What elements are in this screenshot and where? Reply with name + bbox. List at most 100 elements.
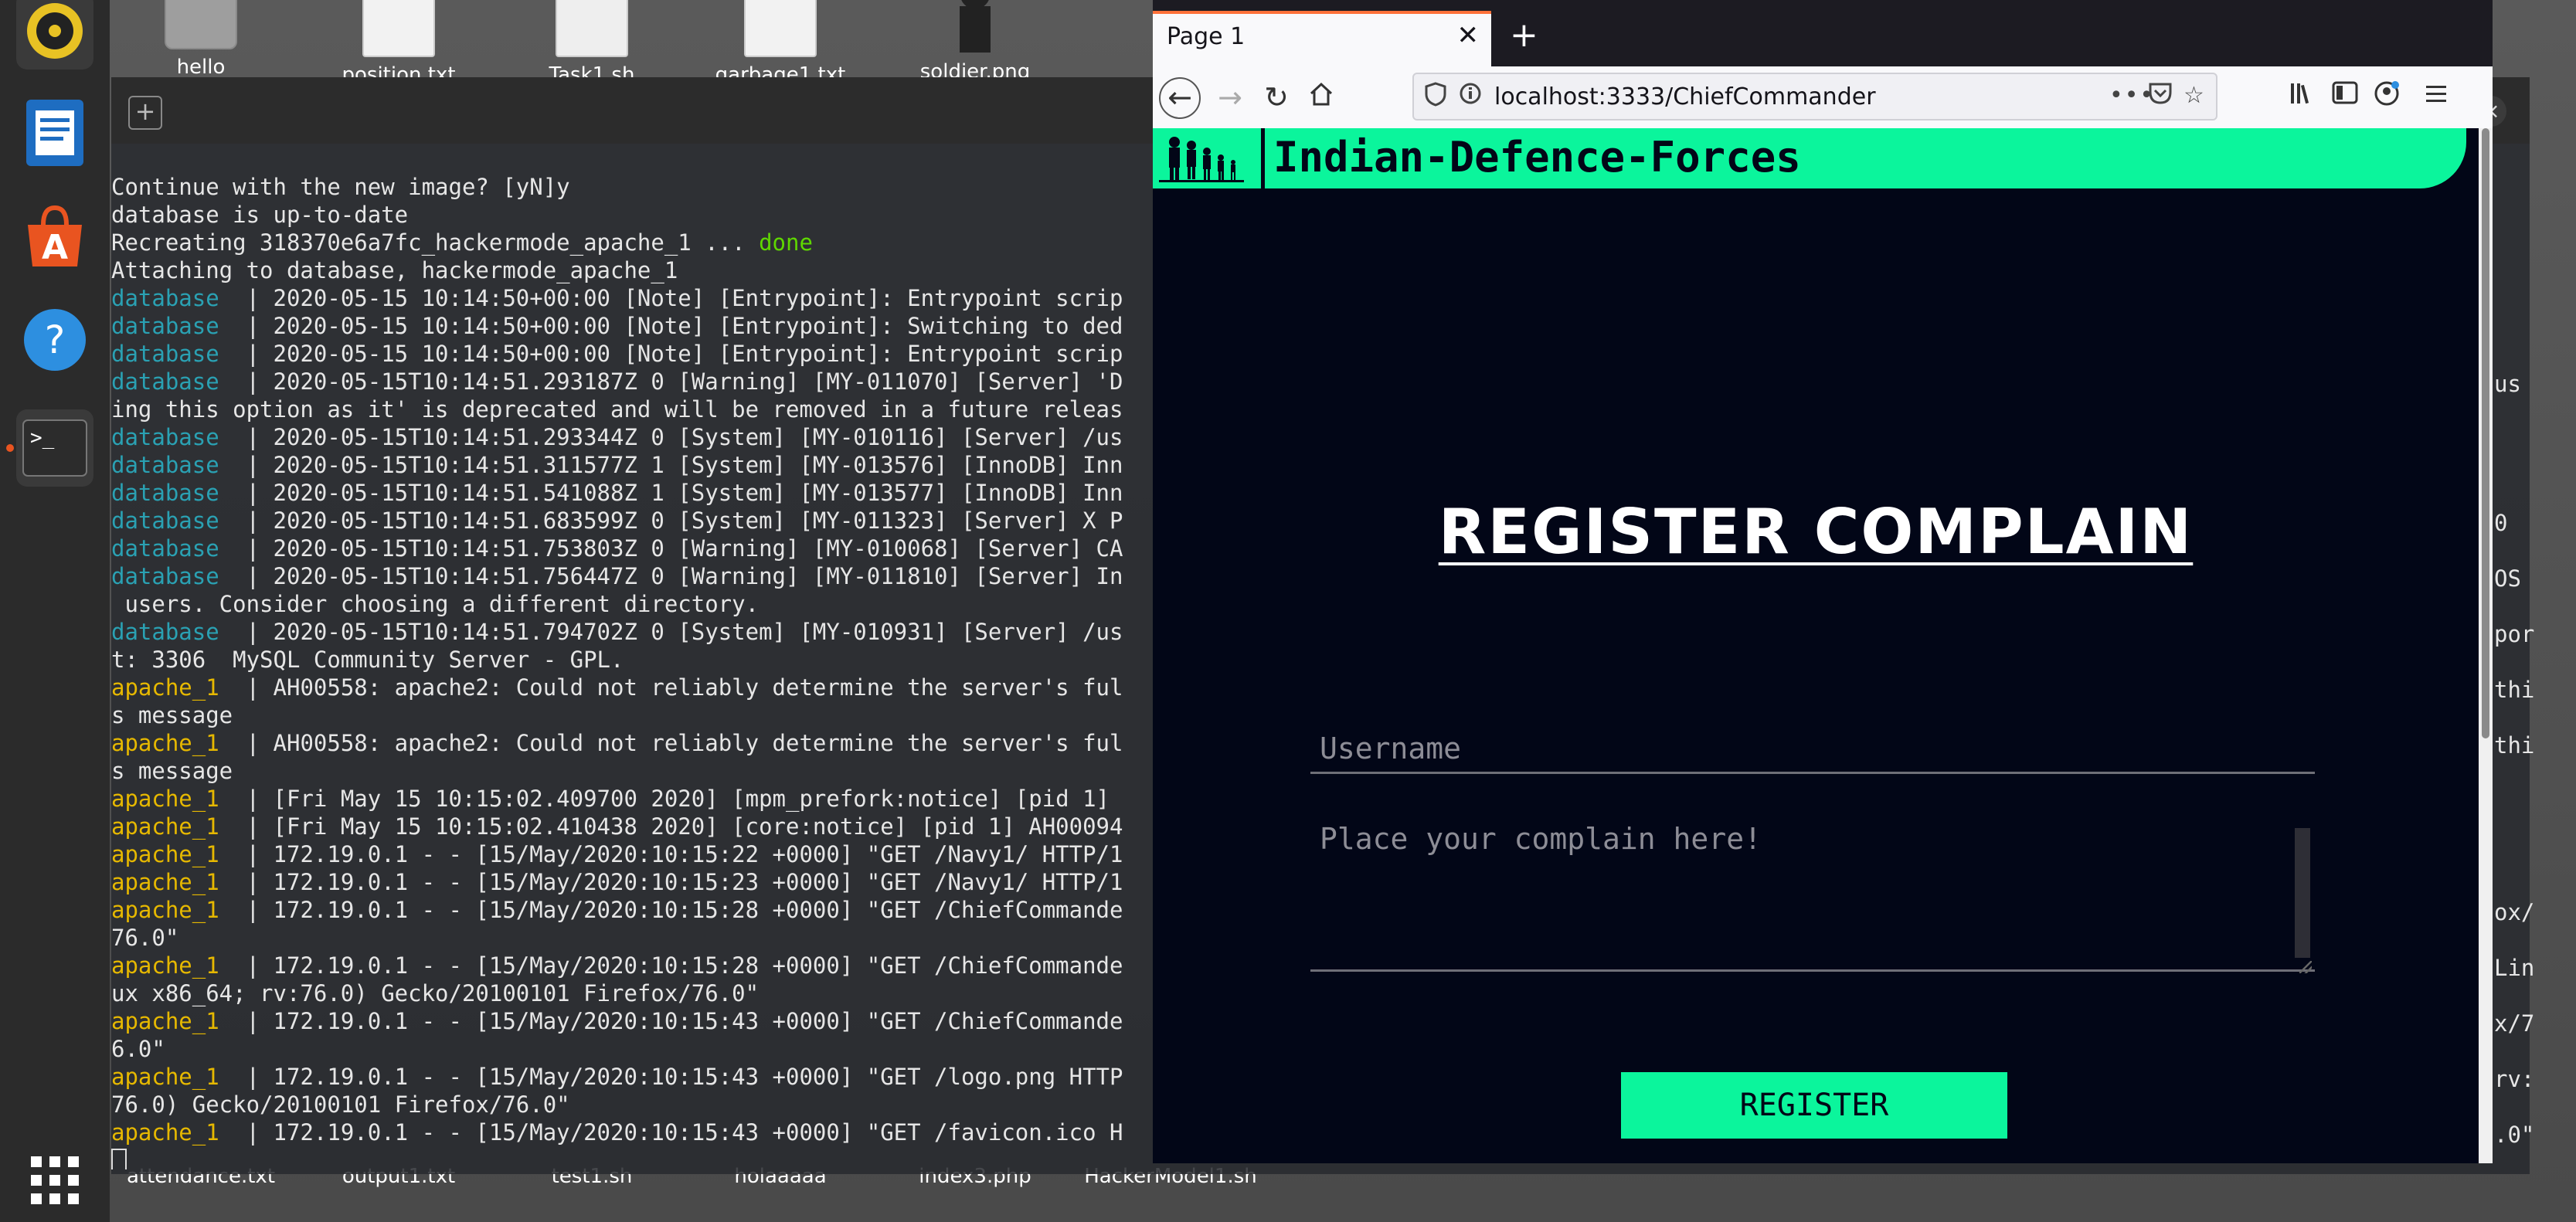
log-source-label: database <box>111 452 219 478</box>
resize-grip-icon[interactable] <box>2299 961 2312 973</box>
scrollbar-thumb[interactable] <box>2482 128 2489 738</box>
address-bar[interactable]: localhost:3333/ChiefCommander ••• ☆ <box>1412 73 2217 121</box>
shield-icon[interactable] <box>1425 82 1446 113</box>
account-icon[interactable] <box>2374 80 2400 114</box>
log-source-label: apache_1 <box>111 897 219 923</box>
home-button[interactable] <box>1301 77 1341 117</box>
forward-button[interactable]: → <box>1210 77 1250 117</box>
log-text: database is up-to-date <box>111 202 409 228</box>
log-text: | 2020-05-15T10:14:51.753803Z 0 [Warning… <box>219 535 1123 562</box>
site-header: Indian-Defence-Forces <box>1153 128 2466 188</box>
log-text: | 2020-05-15 10:14:50+00:00 [Note] [Entr… <box>219 341 1123 367</box>
terminal-overflow-fragment: por <box>2494 621 2535 647</box>
back-button[interactable]: ← <box>1159 77 1201 119</box>
sidebar-icon[interactable] <box>2332 80 2358 111</box>
new-tab-button[interactable]: + <box>1510 15 1538 55</box>
terminal-overflow-fragment: us <box>2494 371 2521 397</box>
log-text: | 172.19.0.1 - - [15/May/2020:10:15:28 +… <box>219 952 1123 979</box>
header-divider <box>1261 128 1265 188</box>
log-text: | 172.19.0.1 - - [15/May/2020:10:15:22 +… <box>219 841 1123 867</box>
log-source-label: database <box>111 535 219 562</box>
desktop-file-task1[interactable]: Task1.sh <box>507 0 677 87</box>
log-text: 76.0" <box>111 925 179 951</box>
desktop-file-label: hello <box>176 56 226 79</box>
desktop-file-soldier[interactable]: soldier.png <box>890 0 1060 83</box>
log-source-label: apache_1 <box>111 841 219 867</box>
log-source-label: database <box>111 313 219 339</box>
log-source-label: apache_1 <box>111 786 219 812</box>
close-tab-icon[interactable]: ✕ <box>1457 20 1480 51</box>
help-icon[interactable]: ? <box>16 301 93 378</box>
log-text: | 2020-05-15T10:14:51.293187Z 0 [Warning… <box>219 368 1123 395</box>
desktop-file-position[interactable]: position.txt <box>314 0 484 87</box>
log-text: | AH00558: apache2: Could not reliably d… <box>219 730 1123 756</box>
menu-icon[interactable] <box>2425 80 2448 111</box>
log-source-label: apache_1 <box>111 813 219 840</box>
log-source-label: database <box>111 285 219 311</box>
show-applications-icon[interactable] <box>16 1142 93 1219</box>
log-text: | [Fri May 15 10:15:02.410438 2020] [cor… <box>219 813 1123 840</box>
log-text: 76.0) Gecko/20100101 Firefox/76.0" <box>111 1091 570 1118</box>
dock: A ? >_ <box>0 0 110 1222</box>
log-text: | 172.19.0.1 - - [15/May/2020:10:15:43 +… <box>219 1008 1123 1034</box>
log-source-label: apache_1 <box>111 1064 219 1090</box>
log-text: | 2020-05-15T10:14:51.683599Z 0 [System]… <box>219 507 1123 534</box>
svg-text:?: ? <box>45 317 66 362</box>
desktop-file-garbage1[interactable]: garbage1.txt <box>695 0 865 87</box>
log-source-label: apache_1 <box>111 730 219 756</box>
register-button[interactable]: REGISTER <box>1621 1072 2007 1139</box>
username-input[interactable] <box>1310 725 2315 774</box>
complain-textarea[interactable] <box>1310 816 2315 972</box>
software-center-icon[interactable]: A <box>16 198 93 275</box>
log-text: | 2020-05-15T10:14:51.756447Z 0 [Warning… <box>219 563 1123 589</box>
tab-title: Page 1 <box>1167 23 1246 50</box>
log-text: | 2020-05-15T10:14:51.293344Z 0 [System]… <box>219 424 1123 450</box>
log-text: 6.0" <box>111 1036 165 1062</box>
log-text: s message <box>111 702 233 728</box>
new-tab-button[interactable]: + <box>128 96 162 130</box>
text-cursor <box>111 1149 127 1169</box>
log-text: | [Fri May 15 10:15:02.409700 2020] [mpm… <box>219 786 1110 812</box>
navigation-toolbar: ← → ↻ localhost:3333/ChiefCommander ••• … <box>1153 66 2493 129</box>
desktop-file-hello[interactable]: hello <box>116 0 286 79</box>
reload-button[interactable]: ↻ <box>1256 77 1296 117</box>
log-source-label: apache_1 <box>111 1119 219 1146</box>
textarea-scrollbar[interactable] <box>2295 828 2310 958</box>
browser-window: Page 1 ✕ + ← → ↻ localhost:3333/ChiefCom… <box>1153 0 2493 1163</box>
log-text: t: 3306 MySQL Community Server - GPL. <box>111 647 624 673</box>
page-title: REGISTER COMPLAIN <box>1153 496 2479 568</box>
web-page: Indian-Defence-Forces REGISTER COMPLAIN … <box>1153 128 2479 1163</box>
svg-text:>_: >_ <box>30 426 55 450</box>
log-text: | 2020-05-15T10:14:51.311577Z 1 [System]… <box>219 452 1123 478</box>
log-source-label: database <box>111 368 219 395</box>
bookmark-star-icon[interactable]: ☆ <box>2183 82 2204 109</box>
log-source-label: apache_1 <box>111 674 219 701</box>
log-source-label: database <box>111 507 219 534</box>
info-icon[interactable] <box>1459 82 1482 111</box>
pocket-icon[interactable] <box>2148 82 2173 111</box>
site-title: Indian-Defence-Forces <box>1273 133 1801 182</box>
rhythmbox-icon[interactable] <box>16 0 93 70</box>
terminal-overflow-fragment: 0 <box>2494 510 2508 536</box>
terminal-overflow-fragment: ox/ <box>2494 899 2535 925</box>
log-source-label: database <box>111 341 219 367</box>
terminal-overflow-fragment: Lin <box>2494 955 2535 981</box>
terminal-icon[interactable]: >_ <box>16 409 93 487</box>
log-text: Recreating 318370e6a7fc_hackermode_apach… <box>111 229 760 256</box>
log-text: | 2020-05-15T10:14:51.794702Z 0 [System]… <box>219 619 1123 645</box>
tab-page-1[interactable]: Page 1 ✕ <box>1153 11 1491 66</box>
library-icon[interactable] <box>2289 80 2315 114</box>
status-done: done <box>759 229 813 256</box>
log-text: Continue with the new image? [yN]y <box>111 174 570 200</box>
page-scrollbar[interactable] <box>2479 128 2493 1163</box>
url-text: localhost:3333/ChiefCommander <box>1494 83 1876 110</box>
script-file-icon <box>556 0 628 57</box>
log-text: | 172.19.0.1 - - [15/May/2020:10:15:43 +… <box>219 1064 1123 1090</box>
tab-bar: Page 1 ✕ + <box>1153 0 2493 66</box>
log-source-label: database <box>111 563 219 589</box>
terminal-overflow-fragment: x/7 <box>2494 1010 2535 1037</box>
page-title-text: REGISTER COMPLAIN <box>1438 496 2194 568</box>
writer-icon[interactable] <box>16 94 93 171</box>
log-text: | AH00558: apache2: Could not reliably d… <box>219 674 1123 701</box>
log-source-label: database <box>111 619 219 645</box>
